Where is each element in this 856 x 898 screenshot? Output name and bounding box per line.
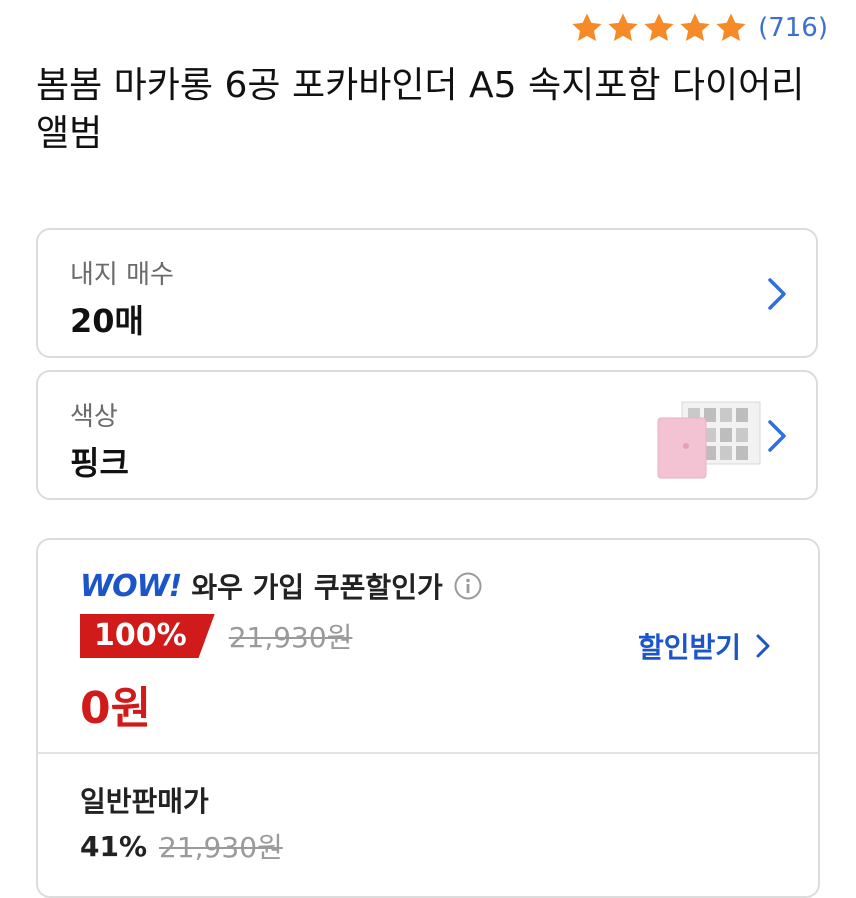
option-label: 색상 [70, 402, 118, 432]
option-value: 핑크 [70, 444, 129, 482]
final-price: 0원 [80, 683, 152, 734]
option-selector-color[interactable]: 색상 핑크 [36, 370, 818, 500]
price-card: WOW! 와우 가입 쿠폰할인가 100% 21,930원 0원 할인받기 일반… [36, 538, 820, 898]
wow-discount-row: 100% 21,930원 [80, 614, 352, 658]
option-value: 20매 [70, 302, 144, 340]
get-coupon-label: 할인받기 [638, 631, 742, 664]
review-count-link[interactable]: (716) [758, 13, 828, 43]
chevron-right-icon [753, 632, 773, 660]
general-price-row: 41% 21,930원 [80, 826, 283, 866]
info-icon[interactable] [453, 571, 483, 601]
wow-logo: WOW! [80, 568, 182, 604]
star-icon [714, 11, 748, 45]
star-icon [570, 11, 604, 45]
star-rating [570, 11, 748, 45]
rating-row[interactable]: (716) [570, 8, 828, 48]
product-title: 봄봄 마카롱 6공 포카바인더 A5 속지포함 다이어리 앨범 [36, 65, 805, 154]
chevron-right-icon [762, 418, 792, 454]
wow-coupon-header: WOW! 와우 가입 쿠폰할인가 [80, 566, 483, 606]
discount-badge: 100% [80, 614, 215, 658]
divider [38, 752, 818, 754]
star-icon [606, 11, 640, 45]
general-discount: 41% [80, 829, 148, 863]
pink-binder-thumbnail [652, 396, 762, 482]
general-original-price: 21,930원 [159, 831, 283, 864]
original-price: 21,930원 [228, 621, 353, 654]
get-coupon-button[interactable]: 할인받기 [638, 626, 773, 666]
option-label: 내지 매수 [70, 260, 174, 290]
chevron-right-icon [762, 276, 792, 312]
general-price-label: 일반판매가 [80, 785, 209, 818]
star-icon [678, 11, 712, 45]
option-selector-sheets[interactable]: 내지 매수 20매 [36, 228, 818, 358]
star-icon [642, 11, 676, 45]
wow-coupon-label: 와우 가입 쿠폰할인가 [191, 571, 443, 604]
